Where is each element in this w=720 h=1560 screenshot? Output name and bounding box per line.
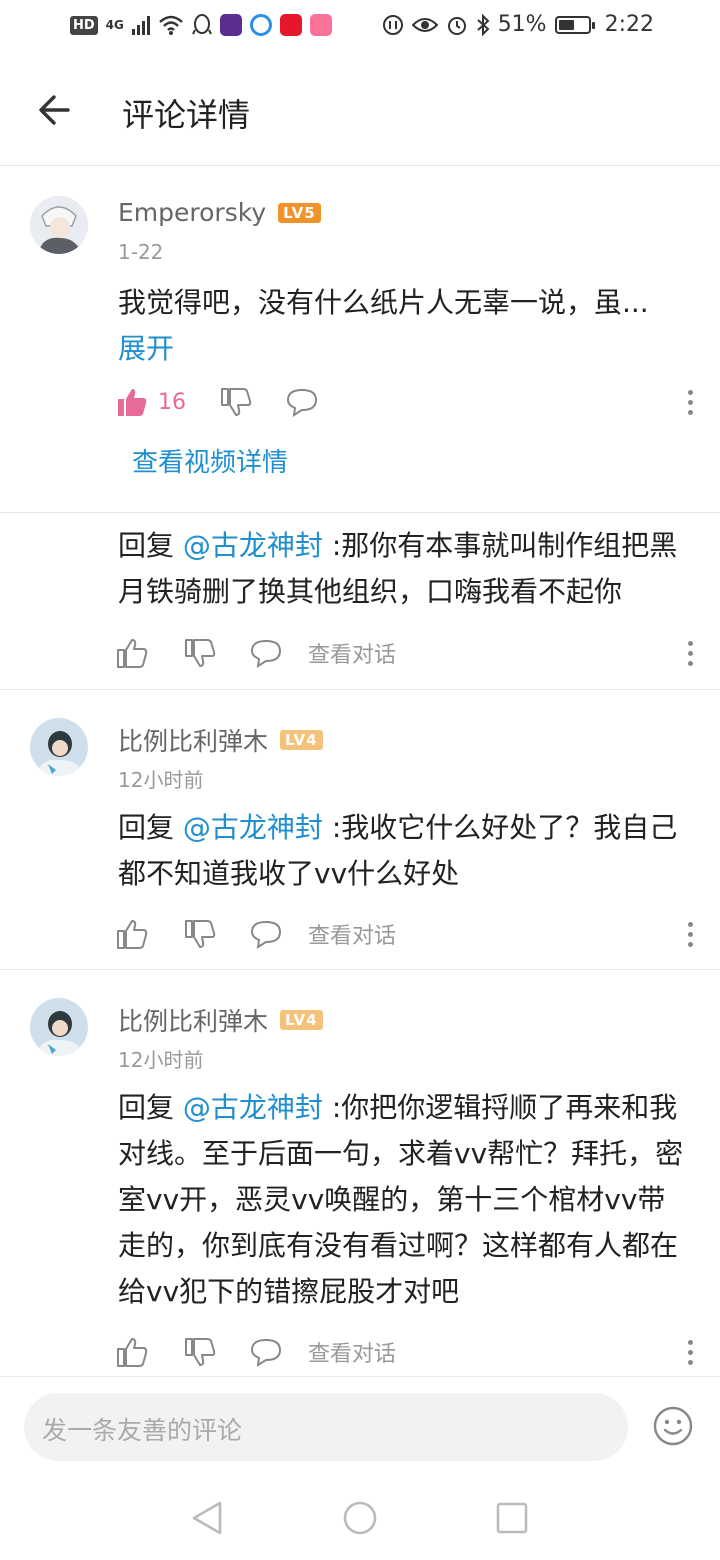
nav-back-icon[interactable]	[190, 1500, 224, 1536]
qq-icon	[191, 14, 212, 35]
hd-indicator: HD	[70, 15, 98, 35]
like-count: 16	[158, 389, 186, 415]
emoji-icon[interactable]	[652, 1405, 694, 1447]
thumbs-up-icon	[117, 920, 148, 949]
view-conversation-link[interactable]: 查看对话	[308, 1336, 396, 1368]
comment-text: 回复 @古龙神封 :那你有本事就叫制作组把黑月铁骑删了换其他组织，口嗨我看不起你	[118, 529, 678, 608]
thumbs-down-icon	[185, 639, 216, 667]
more-vertical-icon[interactable]	[684, 914, 696, 954]
reply-comment: 比例比利弹木 LV4 12小时前 回复 @古龙神封 :我收它什么好处了？我自己都…	[0, 690, 720, 969]
battery-icon	[554, 15, 595, 34]
comment-bubble-icon	[250, 639, 282, 668]
nav-home-icon[interactable]	[342, 1500, 378, 1536]
main-comment: Emperorsky LV5 1-22 我觉得吧，没有什么纸片人无辜一说，虽..…	[0, 166, 720, 512]
comment-text: 回复 @古龙神封 :你把你逻辑捋顺了再来和我对线。至于后面一句，求着vv帮忙？拜…	[118, 1091, 684, 1308]
nav-recents-icon[interactable]	[496, 1502, 528, 1534]
more-vertical-icon[interactable]	[684, 382, 696, 422]
dislike-button[interactable]	[184, 637, 216, 669]
like-button[interactable]	[116, 918, 148, 950]
dislike-button[interactable]	[184, 1336, 216, 1368]
mention-link[interactable]: @古龙神封	[183, 811, 323, 844]
alarm-icon	[447, 16, 466, 35]
reply-button[interactable]	[250, 638, 282, 668]
comment-input[interactable]: 发一条友善的评论	[24, 1393, 628, 1461]
comment-actions: 查看对话	[116, 1332, 696, 1372]
reply-button[interactable]	[250, 1337, 282, 1367]
like-button[interactable]	[116, 1336, 148, 1368]
username[interactable]: 比例比利弹木	[118, 1002, 268, 1038]
reply-button[interactable]	[286, 387, 318, 417]
level-badge: LV4	[280, 730, 323, 750]
comment-text: 回复 @古龙神封 :我收它什么好处了？我自己都不知道我收了vv什么好处	[118, 811, 678, 890]
dislike-button[interactable]	[184, 918, 216, 950]
thumbs-down-icon	[221, 388, 252, 416]
network-type: 4G	[105, 18, 124, 32]
dislike-button[interactable]	[220, 386, 252, 418]
thumbs-up-icon	[117, 639, 148, 668]
mention-link[interactable]: @古龙神封	[183, 1091, 323, 1124]
comment-date: 12小时前	[118, 1048, 204, 1072]
page-title: 评论详情	[122, 96, 251, 134]
comment-actions: 查看对话	[116, 914, 696, 954]
avatar[interactable]	[30, 196, 88, 254]
comment-actions: 16	[116, 382, 696, 422]
app-header: 评论详情	[0, 56, 720, 166]
level-badge: LV5	[278, 202, 321, 223]
bilibili-app-icon	[309, 14, 332, 36]
comment-date: 1-22	[118, 240, 164, 264]
thumbs-up-icon	[117, 1338, 148, 1367]
thumbs-down-icon	[185, 1338, 216, 1366]
reply-comment: 比例比利弹木 LV4 12小时前 回复 @古龙神封 :你把你逻辑捋顺了再来和我对…	[0, 970, 720, 1376]
comment-bubble-icon	[250, 920, 282, 949]
bluetooth-icon	[477, 13, 490, 36]
expand-link[interactable]: 展开	[118, 332, 174, 365]
comment-input-bar: 发一条友善的评论	[0, 1376, 720, 1476]
comment-actions: 查看对话	[116, 633, 696, 673]
reply-comment: 回复 @古龙神封 :那你有本事就叫制作组把黑月铁骑删了换其他组织，口嗨我看不起你…	[0, 513, 720, 689]
level-badge: LV4	[280, 1010, 323, 1030]
browser-app-icon	[249, 14, 272, 36]
username[interactable]: Emperorsky	[118, 198, 266, 227]
avatar[interactable]	[30, 998, 88, 1056]
status-bar: HD 4G 51% 2:22	[0, 0, 720, 56]
system-nav-bar	[0, 1476, 720, 1560]
view-conversation-link[interactable]: 查看对话	[308, 637, 396, 669]
weibo-app-icon	[279, 14, 302, 36]
signal-icon	[131, 15, 150, 35]
nfc-icon	[382, 14, 403, 35]
tieba-app-icon	[219, 14, 242, 36]
mention-link[interactable]: @古龙神封	[183, 529, 323, 562]
more-vertical-icon[interactable]	[684, 633, 696, 673]
eye-icon	[411, 17, 438, 32]
battery-percent: 51%	[497, 12, 547, 37]
wifi-icon	[159, 15, 183, 35]
view-video-details-link[interactable]: 查看视频详情	[132, 442, 288, 479]
comment-text: 我觉得吧，没有什么纸片人无辜一说，虽... 展开	[118, 286, 649, 365]
reply-button[interactable]	[250, 919, 282, 949]
clock: 2:22	[604, 12, 654, 37]
comment-date: 12小时前	[118, 768, 204, 792]
comment-bubble-icon	[286, 388, 318, 417]
like-button[interactable]: 16	[116, 386, 186, 418]
back-arrow-icon[interactable]	[34, 88, 78, 132]
more-vertical-icon[interactable]	[684, 1332, 696, 1372]
view-conversation-link[interactable]: 查看对话	[308, 918, 396, 950]
comment-bubble-icon	[250, 1338, 282, 1367]
like-button[interactable]	[116, 637, 148, 669]
thumbs-down-icon	[185, 920, 216, 948]
avatar[interactable]	[30, 718, 88, 776]
thumbs-up-icon	[118, 389, 147, 416]
username[interactable]: 比例比利弹木	[118, 722, 268, 758]
